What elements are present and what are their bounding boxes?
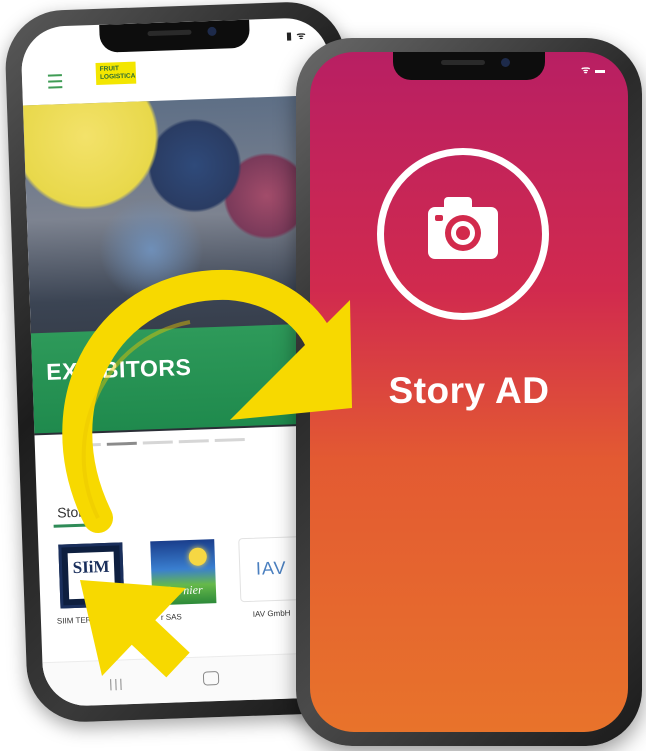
status-icons: ▮ ᯤ: [286, 30, 307, 43]
story-thumb-barnier[interactable]: Barnier: [150, 539, 217, 606]
notch: [393, 52, 545, 80]
stories-tab-underline: [53, 523, 90, 528]
camera-icon[interactable]: [377, 148, 549, 320]
sun-icon: [188, 547, 208, 567]
hamburger-icon[interactable]: [47, 74, 63, 89]
story-logo-barnier: Barnier: [165, 582, 203, 598]
story-thumb-iav[interactable]: IAV: [238, 536, 305, 603]
story-logo-siim: SIiM: [67, 551, 116, 600]
home-button[interactable]: [202, 671, 220, 686]
logo: FRUIT LOGISTICA: [95, 61, 137, 85]
notch: [99, 19, 251, 53]
hero-banner-image[interactable]: EXHIBITORS: [22, 94, 343, 436]
stories-tab[interactable]: Stories: [57, 503, 101, 521]
story-name-iav: IAV GmbH: [252, 608, 291, 619]
front-phone: ᯤ ▬ Story AD: [296, 38, 642, 746]
status-icons: ᯤ ▬: [581, 65, 606, 76]
hero-title: EXHIBITORS: [45, 353, 192, 385]
stage: ▮ ᯤ FRUIT LOGISTICA EXHIBITORS Stories S…: [0, 0, 646, 751]
story-name-siim: SIIM TERRA: [56, 615, 103, 626]
recents-button[interactable]: |||: [109, 676, 125, 691]
story-thumb-siim[interactable]: SIiM: [58, 542, 125, 609]
carousel-indicator: [70, 437, 245, 448]
story-logo-iav: IAV: [255, 557, 287, 579]
story-name-barnier: r SAS: [160, 612, 182, 623]
story-ad-screen[interactable]: ᯤ ▬ Story AD: [310, 52, 628, 732]
story-ad-title: Story AD: [388, 370, 550, 411]
